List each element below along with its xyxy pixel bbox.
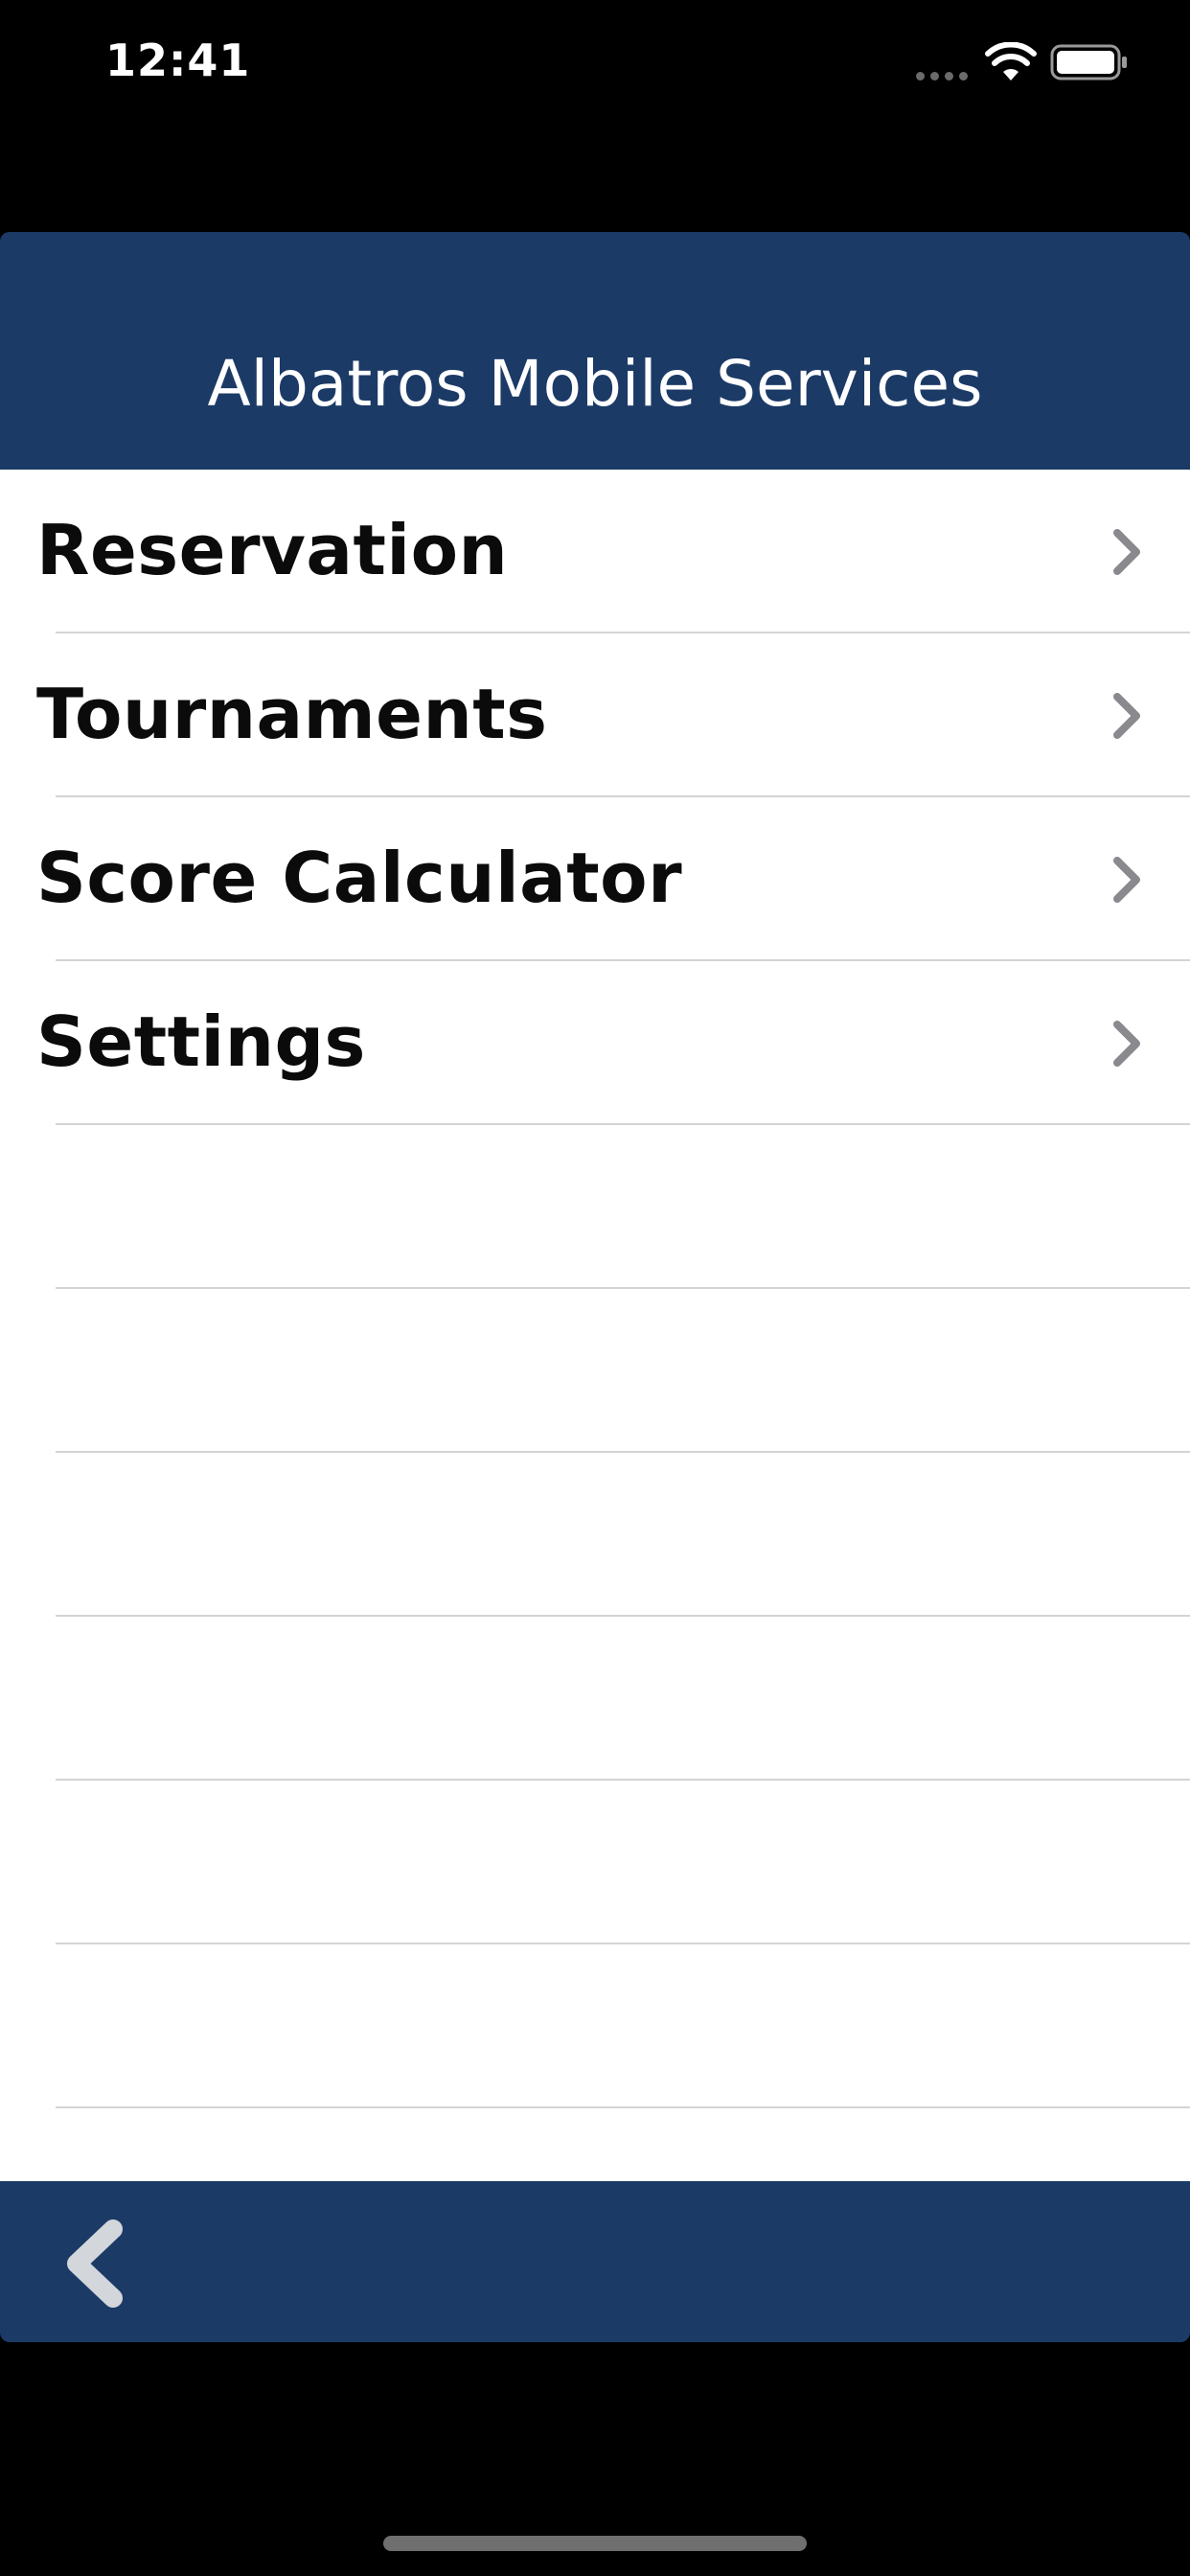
- wifi-icon: [985, 42, 1037, 80]
- menu-item-tournaments[interactable]: Tournaments: [0, 633, 1190, 797]
- empty-row: [0, 1944, 1190, 2108]
- chevron-left-icon: [67, 2220, 123, 2308]
- cellular-signal-icon: [916, 72, 968, 80]
- menu-item-reservation[interactable]: Reservation: [0, 470, 1190, 633]
- status-bar: 12:41: [0, 0, 1190, 134]
- menu-item-settings[interactable]: Settings: [0, 961, 1190, 1125]
- chevron-right-icon: [1113, 529, 1140, 575]
- navigation-header: Albatros Mobile Services: [0, 232, 1190, 470]
- empty-row: [0, 1289, 1190, 1453]
- empty-row: [0, 1617, 1190, 1781]
- menu-list: Reservation Tournaments Score Calculator…: [0, 470, 1190, 2181]
- empty-row: [0, 1453, 1190, 1617]
- chevron-right-icon: [1113, 693, 1140, 739]
- status-time: 12:41: [105, 34, 251, 86]
- menu-item-label: Tournaments: [36, 674, 548, 754]
- chevron-right-icon: [1113, 1021, 1140, 1067]
- menu-item-label: Reservation: [36, 510, 509, 590]
- chevron-right-icon: [1113, 857, 1140, 903]
- menu-item-score-calculator[interactable]: Score Calculator: [0, 797, 1190, 961]
- empty-row: [0, 1125, 1190, 1289]
- menu-item-label: Settings: [36, 1001, 366, 1082]
- back-button[interactable]: [54, 2216, 140, 2312]
- menu-item-label: Score Calculator: [36, 838, 683, 918]
- empty-row: [0, 2108, 1190, 2181]
- empty-row: [0, 1781, 1190, 1944]
- home-indicator[interactable]: [383, 2536, 807, 2551]
- page-title: Albatros Mobile Services: [207, 347, 983, 421]
- battery-icon: [1050, 44, 1127, 80]
- bottom-toolbar: [0, 2181, 1190, 2342]
